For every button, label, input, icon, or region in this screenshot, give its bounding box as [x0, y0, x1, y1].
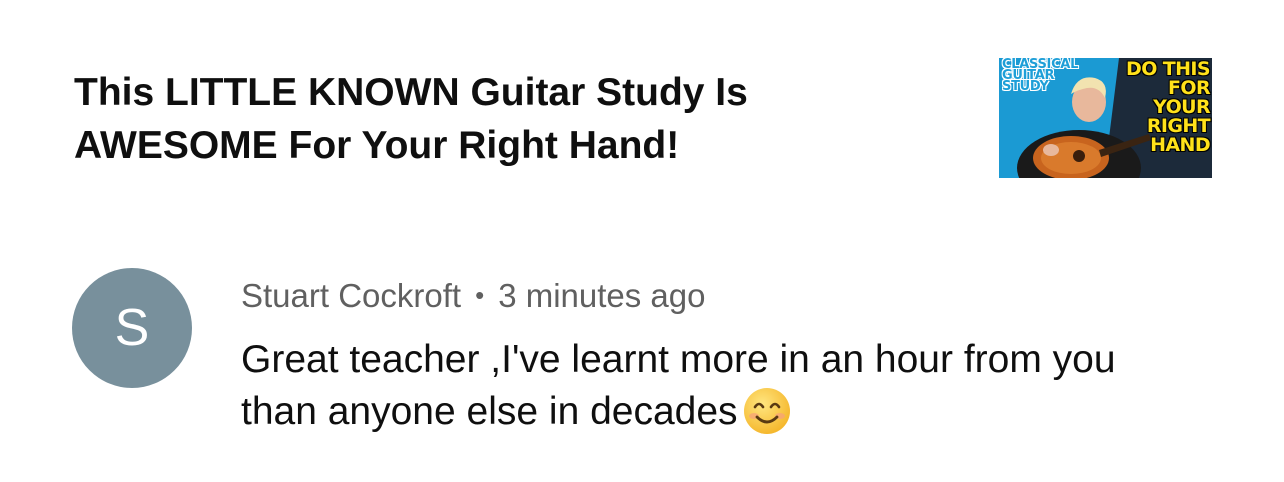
avatar-letter: S — [114, 299, 150, 357]
comment-meta: Stuart Cockroft • 3 minutes ago — [241, 276, 706, 315]
video-title[interactable]: This LITTLE KNOWN Guitar Study Is AWESOM… — [74, 66, 934, 172]
meta-separator: • — [475, 280, 485, 310]
comment-body: Great teacher ,I've learnt more in an ho… — [241, 334, 1201, 438]
avatar[interactable]: S — [72, 268, 192, 388]
smiling-face-emoji-icon — [743, 388, 790, 434]
thumbnail-overlay-right: DO THIS FOR YOUR RIGHT HAND — [1126, 58, 1211, 156]
thumbnail-overlay-left: CLASSICAL GUITAR STUDY — [1002, 58, 1079, 94]
comment-author[interactable]: Stuart Cockroft — [241, 277, 461, 314]
video-thumbnail[interactable]: CLASSICAL GUITAR STUDY DO THIS FOR YOUR RIGHT… — [999, 58, 1212, 178]
comment-text: Great teacher ,I've learnt more in an ho… — [241, 338, 1116, 433]
comment-timestamp[interactable]: 3 minutes ago — [498, 277, 705, 314]
